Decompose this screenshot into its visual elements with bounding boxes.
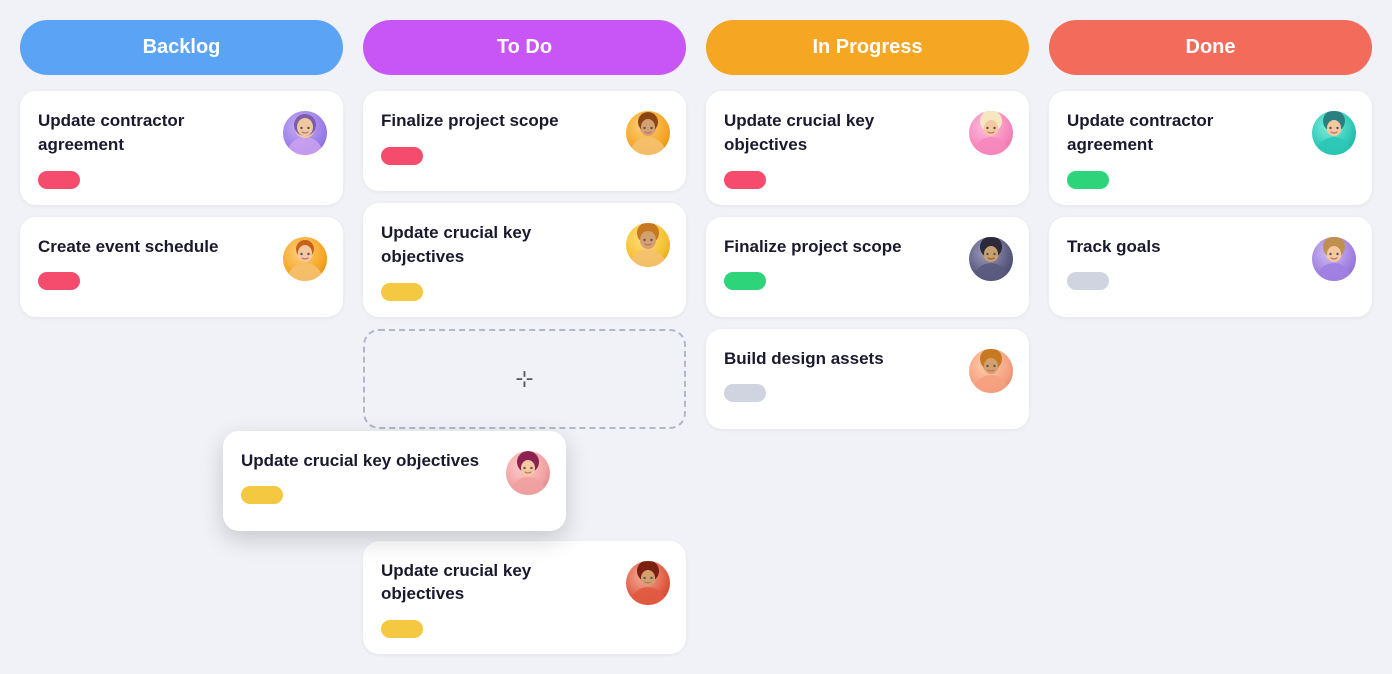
avatar [283,111,327,155]
card-tag [241,486,283,504]
card-title: Build design assets [724,347,959,371]
card-tag [1067,171,1109,189]
card-content: Update crucial key objectives [724,109,959,189]
card-todo-1[interactable]: Finalize project scope [363,91,686,191]
card-title: Update crucial key objectives [381,559,616,607]
card-content: Update contractor agreement [38,109,273,189]
card-title: Update contractor agreement [1067,109,1302,157]
avatar-face [969,111,1013,155]
card-title: Update crucial key objectives [381,221,616,269]
column-header-backlog: Backlog [20,20,343,75]
avatar [1312,111,1356,155]
avatar-face [626,223,670,267]
card-title: Update contractor agreement [38,109,273,157]
card-content: Update contractor agreement [1067,109,1302,189]
card-title: Track goals [1067,235,1302,259]
card-done-2[interactable]: Track goals [1049,217,1372,317]
avatar [626,223,670,267]
avatar [1312,237,1356,281]
avatar [506,451,550,495]
avatar-face [626,111,670,155]
card-content: Finalize project scope [724,235,959,291]
card-todo-2[interactable]: Update crucial key objectives [363,203,686,317]
card-content: Update crucial key objectives [381,221,616,301]
card-backlog-2[interactable]: Create event schedule [20,217,343,317]
avatar-face [283,237,327,281]
card-title: Finalize project scope [724,235,959,259]
column-done: Done Update contractor agreement [1049,20,1372,654]
card-content: Track goals [1067,235,1302,291]
card-ip-3[interactable]: Build design assets [706,329,1029,429]
column-header-todo: To Do [363,20,686,75]
card-todo-3[interactable]: Update crucial key objectives [363,541,686,655]
card-content: Update crucial key objectives [381,559,616,639]
avatar-face [969,349,1013,393]
card-dragging[interactable]: Update crucial key objectives [223,431,566,531]
card-tag [381,147,423,165]
column-header-inprogress: In Progress [706,20,1029,75]
avatar-face [1312,237,1356,281]
card-tag [38,171,80,189]
avatar [969,111,1013,155]
column-todo: To Do Finalize project scope [363,20,686,654]
avatar [626,561,670,605]
column-inprogress: In Progress Update crucial key objective… [706,20,1029,654]
avatar-face [283,111,327,155]
avatar [626,111,670,155]
card-done-1[interactable]: Update contractor agreement [1049,91,1372,205]
card-drop-placeholder: ⊹ [363,329,686,429]
card-tag [38,272,80,290]
kanban-board: Backlog Update contractor agreement [20,20,1372,654]
card-content: Finalize project scope [381,109,616,165]
card-content: Update crucial key objectives [241,449,496,505]
avatar-face [1312,111,1356,155]
card-tag [724,272,766,290]
card-tag [381,283,423,301]
column-header-done: Done [1049,20,1372,75]
avatar-face [506,451,550,495]
card-backlog-1[interactable]: Update contractor agreement [20,91,343,205]
card-tag [724,384,766,402]
card-tag [1067,272,1109,290]
avatar-face [969,237,1013,281]
move-icon: ⊹ [515,366,533,392]
card-ip-2[interactable]: Finalize project scope [706,217,1029,317]
card-tag [724,171,766,189]
card-tag [381,620,423,638]
card-title: Finalize project scope [381,109,616,133]
column-backlog: Backlog Update contractor agreement [20,20,343,654]
drag-area: Update crucial key objectives [363,441,686,655]
card-ip-1[interactable]: Update crucial key objectives [706,91,1029,205]
avatar [969,237,1013,281]
card-title: Create event schedule [38,235,273,259]
card-content: Build design assets [724,347,959,403]
avatar [969,349,1013,393]
avatar-face [626,561,670,605]
avatar [283,237,327,281]
card-content: Create event schedule [38,235,273,291]
card-title: Update crucial key objectives [241,449,496,473]
card-title: Update crucial key objectives [724,109,959,157]
